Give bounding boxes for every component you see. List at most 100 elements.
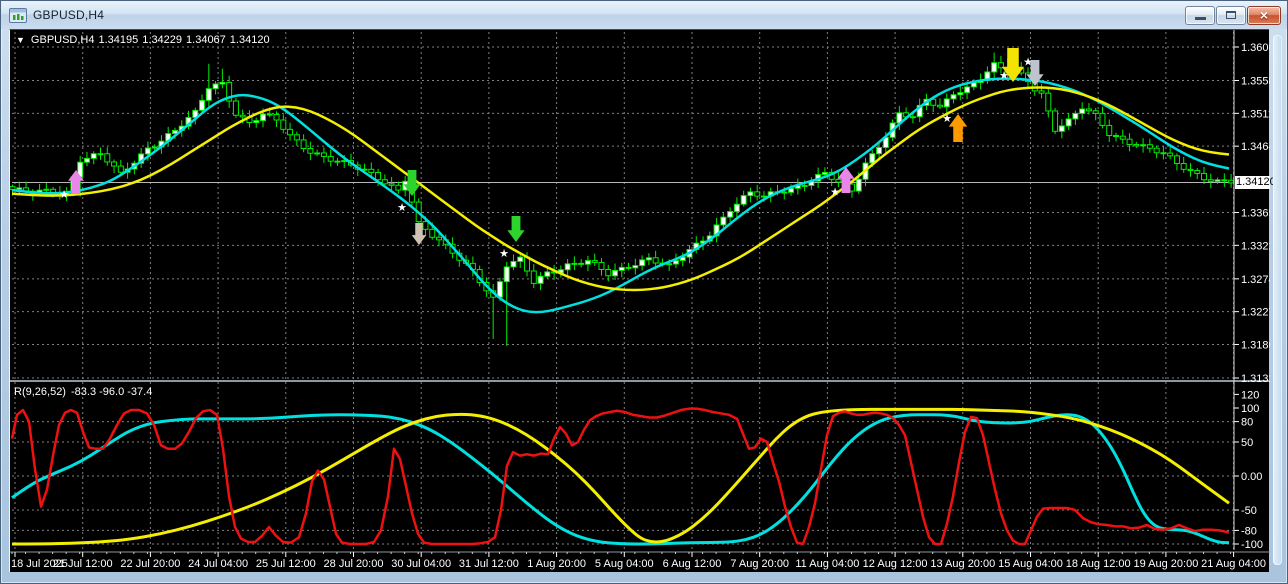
- candle-body: [151, 146, 158, 149]
- time-axis-label: 15 Aug 04:00: [998, 558, 1063, 570]
- signal-markers: ★★★★★★★: [59, 48, 1044, 260]
- candle-body: [1207, 179, 1214, 182]
- candle-body: [111, 161, 118, 167]
- price-axis-label: 1.32740: [1241, 274, 1270, 286]
- candle-body: [943, 98, 950, 108]
- candle-body: [1099, 112, 1106, 126]
- candle-body: [381, 179, 388, 185]
- candle-body: [1092, 110, 1099, 114]
- candle-body: [537, 275, 544, 284]
- candle-body: [1058, 125, 1065, 132]
- candle-body: [395, 184, 402, 191]
- restore-icon: [1226, 11, 1236, 19]
- time-axis-label: 21 Jul 12:00: [53, 558, 113, 570]
- minimize-button[interactable]: [1185, 5, 1215, 25]
- oscillator-label: R(9,26,52) -83.3 -96.0 -37.4: [14, 386, 157, 398]
- legend-symbol: GBPUSD,H4: [30, 34, 95, 46]
- chart-window: GBPUSD,H4 × ★★★★★★★1.360601.355801.35110…: [0, 0, 1288, 584]
- candle-body: [90, 153, 97, 159]
- candle-body: [733, 203, 740, 213]
- price-axis-label: 1.31800: [1241, 339, 1270, 351]
- candle-body: [1038, 90, 1045, 94]
- candle-body: [530, 270, 537, 284]
- chart-client-area: ★★★★★★★1.360601.355801.351101.346401.336…: [9, 29, 1276, 573]
- candle-body: [1140, 144, 1147, 147]
- candle-body: [747, 191, 754, 197]
- candle-body: [83, 157, 90, 163]
- candle-body: [821, 171, 828, 175]
- osc-axis-label: 50: [1241, 437, 1253, 449]
- candle-body: [936, 104, 943, 108]
- candle-body: [266, 113, 273, 116]
- chart-canvas[interactable]: ★★★★★★★1.360601.355801.351101.346401.336…: [10, 30, 1270, 573]
- candle-body: [645, 257, 652, 261]
- osc-axis-label: 100: [1241, 403, 1259, 415]
- candle-body: [232, 100, 239, 116]
- osc-axis-label: 120: [1241, 389, 1259, 401]
- candle-body: [280, 119, 287, 130]
- candle-body: [957, 92, 964, 96]
- divider-bar: [10, 380, 1270, 382]
- candle-body: [652, 257, 659, 264]
- candle-body: [212, 83, 219, 90]
- candle-body: [320, 152, 327, 157]
- candle-body: [517, 256, 524, 262]
- candle-body: [43, 188, 50, 191]
- candle-body: [625, 266, 632, 269]
- candle-body: [1119, 135, 1126, 140]
- candle-body: [1167, 152, 1174, 157]
- signal-star: ★: [499, 248, 509, 260]
- candle-body: [422, 221, 429, 230]
- candle-body: [1160, 152, 1167, 155]
- candle-body: [564, 263, 571, 271]
- window-right-edge: [1273, 35, 1282, 565]
- candle-body: [876, 147, 883, 155]
- time-axis-label: 30 Jul 04:00: [391, 558, 451, 570]
- window-titlebar[interactable]: GBPUSD,H4 ×: [1, 1, 1287, 29]
- candle-body: [253, 120, 260, 124]
- candle-body: [300, 139, 307, 150]
- chart-collapse-icon[interactable]: ▼: [16, 35, 25, 45]
- candle-body: [727, 211, 734, 218]
- time-axis-label: 13 Aug 20:00: [930, 558, 995, 570]
- signal-arrow-down: [507, 216, 525, 242]
- candle-body: [1072, 112, 1079, 120]
- candle-body: [612, 269, 619, 277]
- candle-body: [1187, 168, 1194, 171]
- osc-axis-label: 0.00: [1241, 471, 1262, 483]
- signal-star: ★: [942, 113, 952, 125]
- legend-open: 1.34195: [98, 34, 139, 46]
- candle-body: [1180, 162, 1187, 170]
- close-button[interactable]: ×: [1247, 5, 1281, 25]
- price-axis-label: 1.35110: [1241, 108, 1270, 120]
- time-axis-label: 7 Aug 20:00: [730, 558, 789, 570]
- time-axis-label: 24 Jul 04:00: [188, 558, 248, 570]
- candle-body: [503, 266, 510, 283]
- time-axis-label: 31 Jul 12:00: [459, 558, 519, 570]
- time-axis-label: 28 Jul 20:00: [324, 558, 384, 570]
- candle-body: [1113, 135, 1120, 138]
- chart-window-icon: [9, 7, 27, 23]
- time-axis-label: 6 Aug 12:00: [663, 558, 722, 570]
- candle-body: [1221, 179, 1228, 182]
- candle-body: [144, 147, 151, 155]
- restore-button[interactable]: [1216, 5, 1246, 25]
- candle-body: [754, 191, 761, 197]
- candle-body: [1133, 143, 1140, 147]
- osc-axis-label: -80: [1241, 525, 1257, 537]
- time-axis-label: 11 Aug 04:00: [795, 558, 859, 570]
- signal-star: ★: [830, 186, 840, 198]
- price-axis-label: 1.32270: [1241, 307, 1270, 319]
- candle-body: [273, 113, 280, 121]
- time-axis-label: 19 Aug 20:00: [1133, 558, 1198, 570]
- candle-body: [334, 160, 341, 163]
- signal-star: ★: [397, 202, 407, 214]
- osc-axis-label: -100: [1241, 539, 1263, 551]
- candle-body: [909, 116, 916, 119]
- oscillator-name: R(9,26,52): [14, 386, 66, 398]
- candle-body: [1214, 179, 1221, 182]
- candle-body: [605, 268, 612, 277]
- candle-body: [1045, 92, 1052, 112]
- candles-layer: [10, 52, 1235, 346]
- candle-body: [1126, 138, 1133, 145]
